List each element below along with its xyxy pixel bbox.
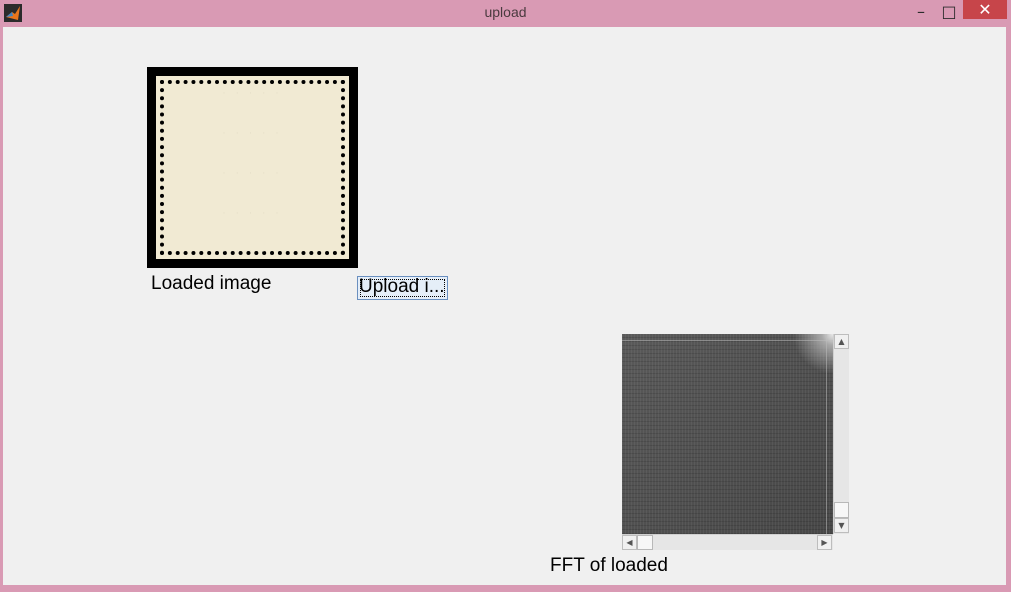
fft-label: FFT of loaded bbox=[550, 555, 668, 576]
title-bar[interactable]: upload – □ ✕ bbox=[0, 0, 1011, 26]
loaded-image-axes: · · · · · · · · · · · · · · · · · · · · … bbox=[147, 67, 358, 268]
vertical-scroll-thumb[interactable] bbox=[834, 502, 849, 518]
window-title: upload bbox=[484, 4, 527, 20]
arrow-right-icon: ▶ bbox=[821, 538, 828, 547]
scroll-left-button[interactable]: ◀ bbox=[622, 535, 637, 550]
figure-canvas: · · · · · · · · · · · · · · · · · · · · … bbox=[3, 27, 1006, 585]
scroll-up-button[interactable]: ▲ bbox=[834, 334, 849, 349]
scroll-right-button[interactable]: ▶ bbox=[817, 535, 832, 550]
close-button[interactable]: ✕ bbox=[963, 0, 1007, 19]
maximize-button[interactable]: □ bbox=[936, 1, 962, 21]
fft-vertical-scrollbar[interactable]: ▲ ▼ bbox=[833, 334, 849, 534]
maximize-icon: □ bbox=[941, 1, 957, 21]
upload-button-label: Upload i... bbox=[359, 276, 445, 297]
matlab-figure-window: upload – □ ✕ · · · · · · · · · · · · · ·… bbox=[0, 0, 1011, 592]
minimize-icon: – bbox=[917, 1, 925, 21]
fft-image-axes bbox=[622, 334, 833, 534]
minimize-button[interactable]: – bbox=[908, 1, 934, 21]
postage-stamp-image: · · · · · · · · · · · · · · · · · · · · … bbox=[156, 76, 349, 259]
horizontal-scroll-thumb[interactable] bbox=[637, 535, 653, 550]
loaded-image-label: Loaded image bbox=[151, 273, 272, 294]
arrow-left-icon: ◀ bbox=[626, 538, 633, 547]
upload-image-button[interactable]: Upload i... bbox=[357, 276, 448, 300]
scroll-down-button[interactable]: ▼ bbox=[834, 518, 849, 533]
fft-horizontal-scrollbar[interactable]: ◀ ▶ bbox=[622, 534, 833, 550]
close-icon: ✕ bbox=[978, 0, 992, 19]
arrow-up-icon: ▲ bbox=[838, 337, 845, 346]
arrow-down-icon: ▼ bbox=[838, 521, 845, 530]
